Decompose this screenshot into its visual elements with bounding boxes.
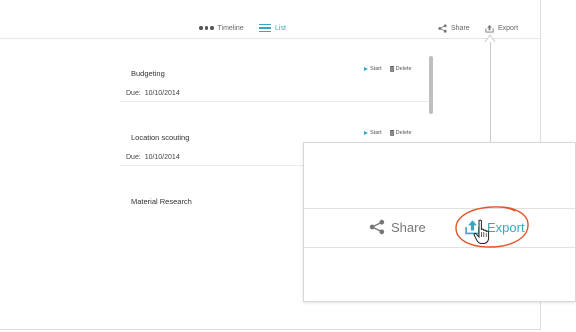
share-button[interactable]: Share <box>438 20 470 36</box>
tab-list[interactable]: List <box>259 20 286 36</box>
task-title: Location scouting <box>131 133 190 142</box>
task-title: Material Research <box>131 197 192 206</box>
due-label: Due: <box>126 154 141 161</box>
tab-list-label: List <box>275 24 286 32</box>
divider <box>304 208 575 209</box>
task-due: Due: 10/10/2014 <box>126 154 180 161</box>
share-button-label: Share <box>451 24 470 32</box>
delete-button[interactable]: Delete <box>389 66 412 72</box>
task-due: Due: 10/10/2014 <box>126 90 180 97</box>
play-icon <box>364 131 368 135</box>
top-toolbar: Timeline List Share Export <box>0 0 540 39</box>
divider <box>304 247 575 248</box>
export-button-label: Export <box>498 24 519 32</box>
delete-button[interactable]: Delete <box>389 130 412 136</box>
callout-pointer <box>484 34 496 42</box>
start-button[interactable]: Start <box>364 130 382 136</box>
share-icon <box>438 23 447 33</box>
delete-label: Delete <box>395 130 412 136</box>
start-button[interactable]: Start <box>364 66 382 72</box>
due-label: Due: <box>126 90 141 97</box>
start-label: Start <box>370 130 382 136</box>
play-icon <box>364 67 368 71</box>
tab-timeline[interactable]: Timeline <box>199 20 244 36</box>
task-actions: Start Delete <box>364 130 412 136</box>
zoom-share-button[interactable]: Share <box>369 215 426 239</box>
share-icon <box>369 219 385 235</box>
task-row[interactable]: Budgeting Start Delete Due: 10/10/2014 <box>120 38 430 102</box>
hand-cursor-icon <box>473 219 490 244</box>
timeline-dots-icon <box>199 26 214 30</box>
trash-icon <box>389 66 394 72</box>
zoom-share-label: Share <box>391 219 426 235</box>
tab-timeline-label: Timeline <box>217 24 244 32</box>
list-icon <box>259 24 271 32</box>
due-date: 10/10/2014 <box>144 90 180 97</box>
trash-icon <box>389 130 394 136</box>
delete-label: Delete <box>395 66 412 72</box>
due-date: 10/10/2014 <box>144 154 180 161</box>
scrollbar-thumb[interactable] <box>429 56 433 114</box>
task-actions: Start Delete <box>364 66 412 72</box>
task-title: Budgeting <box>131 69 165 78</box>
export-icon <box>485 24 494 33</box>
zoom-callout-panel: Share Export <box>303 142 576 302</box>
callout-connector <box>490 38 491 142</box>
start-label: Start <box>370 66 382 72</box>
